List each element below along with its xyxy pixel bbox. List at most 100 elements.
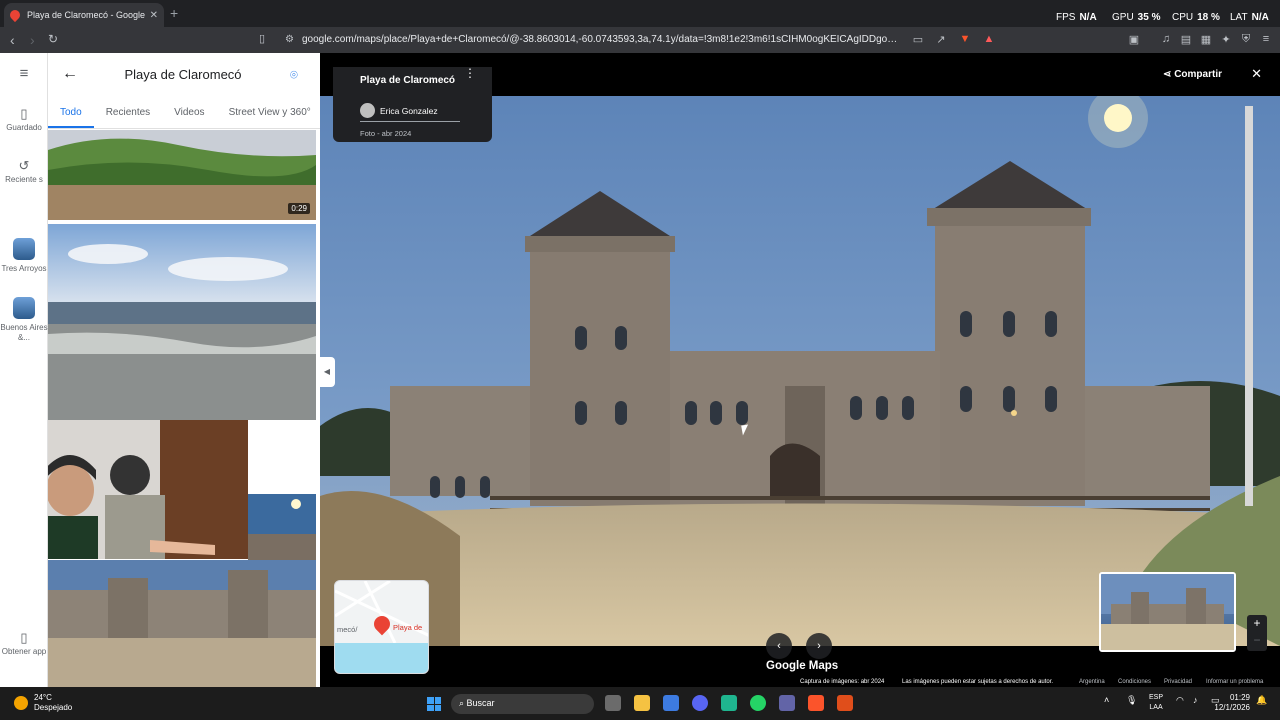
- add-photo-camera-icon[interactable]: ⌾: [290, 67, 298, 83]
- weather-widget[interactable]: 24°C Despejado: [14, 693, 72, 713]
- forward-arrow-icon[interactable]: ›: [30, 32, 35, 48]
- tab-todo[interactable]: Todo: [48, 105, 94, 128]
- hamburger-menu-icon[interactable]: ≡: [0, 66, 48, 83]
- temperature: 24°C: [34, 693, 52, 702]
- tab-street-view[interactable]: Street View y 360°: [217, 105, 320, 128]
- previous-arrow-button[interactable]: ‹: [766, 633, 792, 659]
- street-view-thumbnail[interactable]: [1099, 572, 1236, 652]
- tab-recientes[interactable]: Recientes: [94, 105, 162, 128]
- vpn-icon[interactable]: ⛨: [1239, 33, 1253, 47]
- volume-icon[interactable]: ♪: [1193, 695, 1198, 705]
- panel-title: Playa de Claromecó: [124, 67, 242, 82]
- place-thumbnail: [13, 297, 35, 319]
- taskbar-search[interactable]: ⌕ Buscar: [451, 694, 594, 714]
- fps-readout: FPS N/A: [1056, 12, 1097, 23]
- bookmark-icon: ▯: [20, 106, 28, 121]
- browser-tab[interactable]: Playa de Claromecó - Google M ✕: [4, 3, 164, 27]
- video-duration: 0:29: [288, 203, 310, 214]
- photo-date: Foto - abr 2024: [360, 129, 412, 138]
- brave-rewards-icon[interactable]: ▲: [982, 33, 996, 47]
- url-field[interactable]: google.com/maps/place/Playa+de+Claromecó…: [302, 34, 900, 45]
- media-player-icon[interactable]: [837, 695, 853, 711]
- author-row[interactable]: Erica Gonzalez: [360, 103, 438, 118]
- photo-castle-night[interactable]: [248, 494, 316, 566]
- zoom-out-button[interactable]: −: [1247, 632, 1267, 649]
- photo-tabs: Todo Recientes Videos Street View y 360°: [48, 105, 320, 129]
- sidebar-icon[interactable]: ▤: [1179, 33, 1193, 47]
- screenshot-icon[interactable]: ▣: [1127, 33, 1141, 47]
- microphone-icon[interactable]: 🎙: [1126, 695, 1137, 706]
- store-icon[interactable]: [663, 695, 679, 711]
- tray-overflow-chevron-icon[interactable]: ˄: [1104, 695, 1109, 705]
- report-problem-link[interactable]: Informar un problema: [1206, 679, 1263, 685]
- tab-title: Playa de Claromecó - Google M: [27, 10, 146, 20]
- bookmark-icon[interactable]: ▯: [259, 32, 265, 45]
- country-link[interactable]: Argentina: [1079, 679, 1105, 685]
- site-info-icon[interactable]: ⚙: [285, 34, 294, 45]
- gpu-readout: GPU 35 %: [1112, 12, 1161, 23]
- share-button[interactable]: ⋖ Compartir: [1163, 69, 1222, 80]
- tab-videos[interactable]: Videos: [162, 105, 216, 128]
- tab-close-icon[interactable]: ✕: [150, 10, 158, 21]
- privacy-link[interactable]: Privacidad: [1164, 679, 1192, 685]
- place-name[interactable]: Playa de Claromecó: [360, 75, 480, 86]
- back-arrow-icon[interactable]: ‹: [10, 32, 15, 48]
- rail-recent[interactable]: ↺ Reciente s: [0, 159, 48, 185]
- discord-icon[interactable]: [692, 695, 708, 711]
- rail-saved[interactable]: ▯ Guardado: [0, 106, 48, 133]
- mouse-cursor: [741, 424, 750, 436]
- zoom-in-button[interactable]: +: [1247, 615, 1267, 632]
- cast-icon[interactable]: ▭: [911, 33, 925, 47]
- leo-ai-icon[interactable]: ✦: [1219, 33, 1233, 47]
- zoom-control: + −: [1247, 615, 1267, 651]
- share-icon: ⋖: [1163, 69, 1175, 80]
- webcam-overlay: [48, 420, 248, 559]
- brave-browser-icon[interactable]: [808, 695, 824, 711]
- more-options-icon[interactable]: ⋮: [464, 67, 476, 79]
- webcam-image: [48, 420, 248, 559]
- close-icon[interactable]: ✕: [1251, 66, 1262, 82]
- start-button[interactable]: [427, 697, 441, 711]
- castle-panorama[interactable]: [320, 96, 1280, 646]
- menu-icon[interactable]: ≡: [1259, 33, 1273, 47]
- terms-link[interactable]: Condiciones: [1118, 679, 1151, 685]
- share-page-icon[interactable]: ↗: [934, 33, 948, 47]
- mini-map[interactable]: mecó/ Playa de: [334, 580, 429, 674]
- next-arrow-button[interactable]: ›: [806, 633, 832, 659]
- app-icon[interactable]: [721, 695, 737, 711]
- back-arrow-icon[interactable]: ←: [62, 65, 78, 83]
- place-thumbnail: [13, 238, 35, 260]
- avatar: [360, 103, 375, 118]
- rail-get-app[interactable]: ▯ Obtener app: [0, 631, 48, 657]
- reload-icon[interactable]: ↻: [48, 32, 58, 46]
- address-bar-row: ‹ › ↻ ▯ ⚙ google.com/maps/place/Playa+de…: [0, 27, 1280, 53]
- castle-night-image: [248, 494, 316, 566]
- whatsapp-icon[interactable]: [750, 695, 766, 711]
- task-view-icon[interactable]: [605, 695, 621, 711]
- mini-map-water: [335, 643, 428, 673]
- castle-thumbnail-image: [1101, 574, 1234, 650]
- wallet-icon[interactable]: ▦: [1199, 33, 1213, 47]
- rail-place-buenos-aires[interactable]: Buenos Aires &...: [0, 297, 48, 343]
- media-icon[interactable]: ♫: [1159, 33, 1173, 47]
- wifi-icon[interactable]: ◠: [1176, 695, 1184, 706]
- photo-dunes-video[interactable]: 0:29: [48, 130, 316, 220]
- brave-shields-icon[interactable]: ▼: [958, 33, 972, 47]
- cpu-readout: CPU 18 %: [1172, 12, 1220, 23]
- file-explorer-icon[interactable]: [634, 695, 650, 711]
- photo-castle[interactable]: [48, 560, 316, 687]
- teams-icon[interactable]: [779, 695, 795, 711]
- dunes-image: [48, 130, 316, 220]
- clock[interactable]: 01:29 12/1/2026: [1214, 693, 1250, 713]
- new-tab-button[interactable]: +: [170, 5, 178, 21]
- sea-image: [48, 224, 316, 420]
- photo-sea[interactable]: [48, 224, 316, 420]
- browser-tab-bar: Playa de Claromecó - Google M ✕ + FPS N/A…: [0, 0, 1280, 27]
- notification-bell-icon[interactable]: 🔔: [1256, 695, 1267, 706]
- lat-readout: LAT N/A: [1230, 12, 1269, 23]
- sun-icon: [14, 696, 28, 710]
- language-indicator[interactable]: ESP LAA: [1149, 693, 1163, 713]
- collapse-panel-button[interactable]: ◀: [319, 357, 335, 387]
- rail-place-tres-arroyos[interactable]: Tres Arroyos: [0, 238, 48, 274]
- weather-condition: Despejado: [34, 703, 73, 712]
